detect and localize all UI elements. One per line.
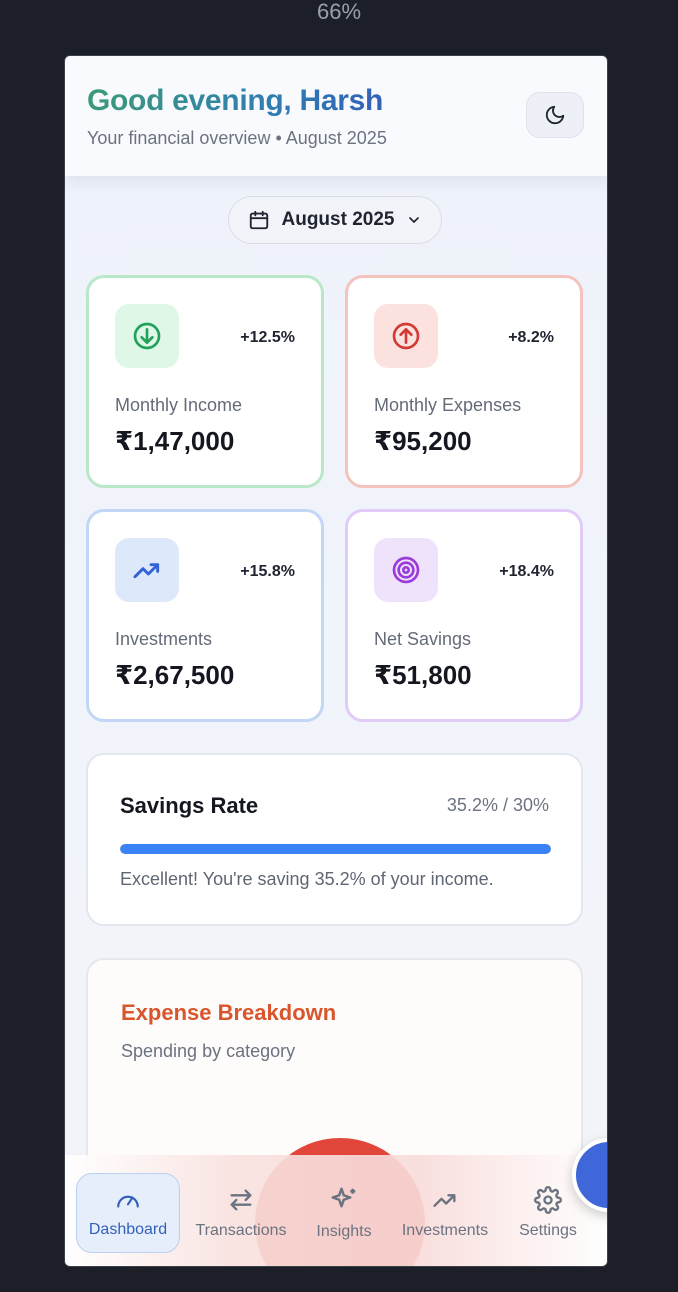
moon-icon: [545, 105, 565, 125]
savings-value: ₹51,800: [374, 660, 472, 690]
trending-up-icon: [433, 1194, 456, 1207]
gear-icon: [534, 1186, 562, 1214]
card-net-savings[interactable]: +18.4% Net Savings ₹51,800: [345, 509, 583, 722]
investments-label: Investments: [115, 629, 213, 649]
arrow-up-circle-icon: [392, 322, 420, 350]
nav-label-investments: Investments: [401, 1222, 489, 1239]
greeting-title: Good evening, Harsh: [87, 84, 384, 117]
investments-change: +15.8%: [240, 563, 295, 580]
savings-progress-bar: [120, 844, 551, 854]
expenses-icon-box: [374, 304, 438, 368]
trending-up-icon: [133, 563, 160, 579]
month-selector[interactable]: August 2025: [228, 196, 442, 244]
calendar-icon: [249, 210, 268, 230]
sparkles-icon: [331, 1187, 356, 1208]
card-monthly-income[interactable]: +12.5% Monthly Income ₹1,47,000: [86, 275, 324, 488]
expense-breakdown-subtitle: Spending by category: [121, 1041, 296, 1061]
savings-icon-box: [374, 538, 438, 602]
arrow-down-circle-icon: [133, 322, 161, 350]
theme-toggle-button[interactable]: [526, 92, 584, 138]
savings-rate-ratio: 35.2% / 30%: [446, 795, 549, 815]
savings-change: +18.4%: [499, 563, 554, 580]
nav-label-transactions: Transactions: [195, 1222, 287, 1239]
investments-icon-box: [115, 538, 179, 602]
card-investments[interactable]: +15.8% Investments ₹2,67,500: [86, 509, 324, 722]
nav-item-transactions[interactable]: Transactions: [189, 1173, 293, 1253]
nav-label-settings: Settings: [519, 1222, 577, 1239]
income-icon-box: [115, 304, 179, 368]
card-monthly-expenses[interactable]: +8.2% Monthly Expenses ₹95,200: [345, 275, 583, 488]
income-value: ₹1,47,000: [115, 426, 235, 456]
month-selector-label: August 2025: [281, 209, 395, 230]
nav-item-investments[interactable]: Investments: [395, 1173, 495, 1253]
savings-rate-message: Excellent! You're saving 35.2% of your i…: [120, 869, 494, 889]
investments-value: ₹2,67,500: [115, 660, 235, 690]
gauge-icon: [117, 1195, 139, 1208]
target-icon: [392, 556, 420, 584]
header: Good evening, Harsh Your financial overv…: [65, 56, 607, 176]
savings-progress-fill: [120, 844, 551, 854]
app-window: Good evening, Harsh Your financial overv…: [64, 55, 608, 1267]
expenses-label: Monthly Expenses: [374, 395, 522, 415]
savings-rate-card: Savings Rate 35.2% / 30% Excellent! You'…: [86, 753, 583, 926]
nav-label-insights: Insights: [316, 1223, 372, 1240]
nav-item-dashboard[interactable]: Dashboard: [76, 1173, 180, 1253]
expenses-value: ₹95,200: [374, 426, 472, 456]
expense-breakdown-title: Expense Breakdown: [121, 1000, 337, 1025]
nav-label-dashboard: Dashboard: [88, 1221, 168, 1238]
chevron-down-icon: [409, 217, 420, 223]
income-change: +12.5%: [240, 329, 295, 346]
savings-label: Net Savings: [374, 629, 472, 649]
nav-item-insights[interactable]: Insights: [301, 1173, 387, 1253]
bottom-navigation: Dashboard Transactions Insights Investme…: [65, 1155, 607, 1266]
arrows-left-right-icon: [230, 1189, 252, 1211]
savings-rate-title: Savings Rate: [120, 793, 259, 818]
header-subtitle: Your financial overview • August 2025: [87, 128, 387, 148]
income-label: Monthly Income: [115, 395, 243, 415]
expenses-change: +8.2%: [508, 329, 554, 346]
zoom-level: 66%: [316, 0, 362, 24]
